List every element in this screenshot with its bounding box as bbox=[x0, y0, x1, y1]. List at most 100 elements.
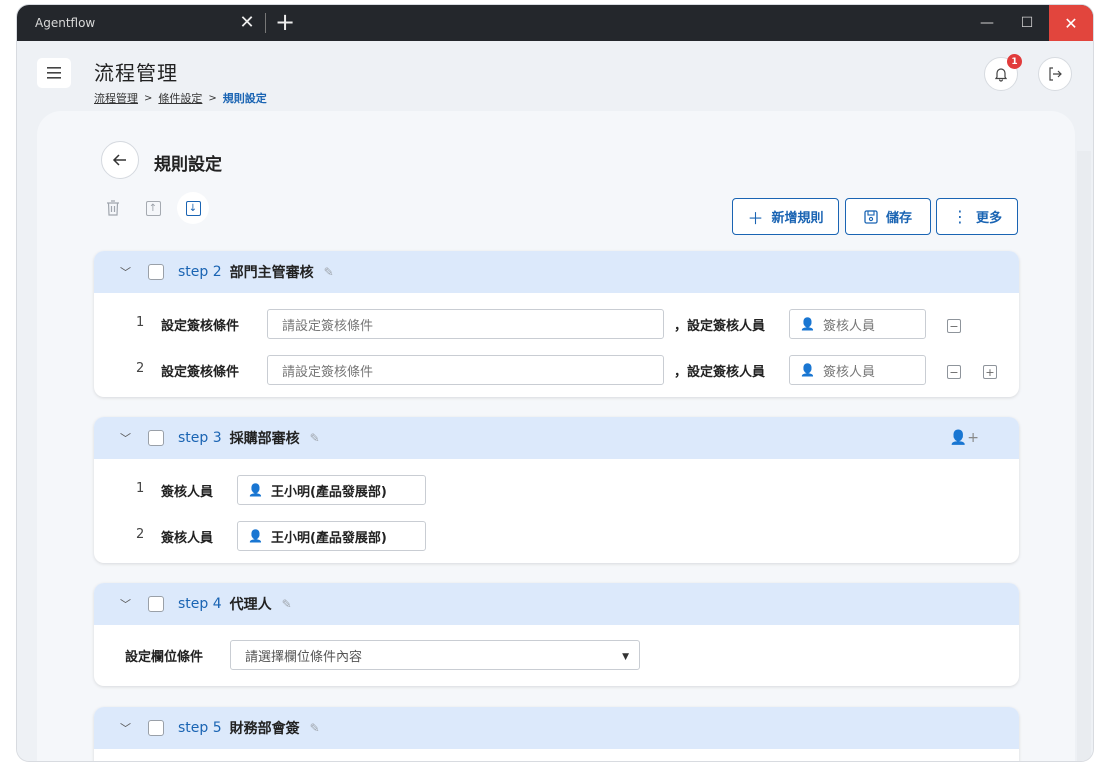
remove-row-button[interactable]: − bbox=[947, 365, 961, 379]
approver-label: 簽核人員 bbox=[161, 531, 214, 546]
page-title: 流程管理 bbox=[94, 61, 178, 85]
edit-icon[interactable]: ✎ bbox=[310, 431, 320, 445]
step-name: 代理人 bbox=[229, 597, 272, 613]
condition-row: 1 設定簽核條件 請設定簽核條件 ，設定簽核人員 👤 簽核人員 − bbox=[94, 301, 1019, 347]
user-icon: 👤 bbox=[248, 483, 263, 497]
approver-placeholder: 簽核人員 bbox=[822, 364, 875, 380]
delete-button[interactable] bbox=[101, 196, 125, 220]
approver-label: ，設定簽核人員 bbox=[674, 365, 766, 380]
approver-row: 1 簽核人員 👤 王小明(產品發展部) bbox=[94, 467, 1019, 513]
user-icon: 👤 bbox=[800, 363, 815, 377]
step-checkbox[interactable] bbox=[148, 264, 164, 280]
user-icon: 👤 bbox=[248, 529, 263, 543]
user-icon: 👤 bbox=[800, 317, 815, 331]
title-bar: Agentflow ✕ + — ☐ ✕ bbox=[17, 5, 1093, 41]
add-user-icon[interactable]: 👤+ bbox=[950, 430, 979, 446]
step-number: step 4 bbox=[178, 596, 222, 612]
close-window-button[interactable]: ✕ bbox=[1049, 5, 1093, 41]
approver-input[interactable]: 👤 簽核人員 bbox=[789, 355, 926, 385]
more-button[interactable]: ⋮ 更多 bbox=[936, 198, 1018, 235]
save-label: 儲存 bbox=[885, 211, 912, 226]
row-index: 1 bbox=[136, 481, 145, 496]
step-checkbox[interactable] bbox=[148, 430, 164, 446]
approver-label: ，設定簽核人員 bbox=[674, 319, 766, 334]
scrollbar[interactable] bbox=[1077, 151, 1091, 761]
new-tab-button[interactable]: + bbox=[273, 9, 297, 35]
step-number: step 5 bbox=[178, 720, 222, 736]
back-button[interactable] bbox=[101, 141, 139, 179]
add-rule-button[interactable]: ＋ 新增規則 bbox=[732, 198, 839, 235]
breadcrumb-item-rule: 規則設定 bbox=[222, 92, 267, 105]
main-panel: 規則設定 ↑ ↓ ＋ 新增規則 儲存 ⋮ 更多 ﹀ step 2 部門主管審核 … bbox=[37, 111, 1075, 761]
chevron-down-icon[interactable]: ﹀ bbox=[120, 430, 138, 446]
condition-label: 設定簽核條件 bbox=[161, 319, 240, 334]
move-down-button[interactable]: ↓ bbox=[177, 192, 209, 224]
plus-icon: ＋ bbox=[747, 208, 764, 228]
step-number: step 2 bbox=[178, 264, 222, 280]
step-checkbox[interactable] bbox=[148, 596, 164, 612]
section-title: 規則設定 bbox=[154, 155, 222, 175]
arrow-down-icon: ↓ bbox=[185, 200, 201, 216]
step-header[interactable]: ﹀ step 5 財務部會簽 ✎ bbox=[94, 707, 1019, 749]
field-condition-placeholder: 請選擇欄位條件內容 bbox=[245, 649, 363, 665]
edit-icon[interactable]: ✎ bbox=[282, 597, 292, 611]
trash-icon bbox=[107, 200, 119, 216]
breadcrumb-item-condition[interactable]: 條件設定 bbox=[158, 90, 202, 106]
caret-down-icon: ▼ bbox=[622, 652, 629, 662]
approver-chip[interactable]: 👤 王小明(產品發展部) bbox=[237, 475, 426, 505]
remove-row-button[interactable]: − bbox=[947, 319, 961, 333]
breadcrumb-item-process[interactable]: 流程管理 bbox=[94, 90, 138, 106]
step-header[interactable]: ﹀ step 2 部門主管審核 ✎ bbox=[94, 251, 1019, 293]
chevron-down-icon[interactable]: ﹀ bbox=[120, 720, 138, 736]
save-icon bbox=[864, 209, 878, 224]
approver-value: 王小明(產品發展部) bbox=[270, 530, 387, 546]
more-vertical-icon: ⋮ bbox=[951, 207, 968, 226]
tab-title: Agentflow bbox=[35, 16, 96, 30]
browser-tab[interactable]: Agentflow bbox=[17, 5, 263, 41]
maximize-button[interactable]: ☐ bbox=[1009, 5, 1045, 41]
row-index: 2 bbox=[136, 361, 145, 376]
breadcrumb-separator: > bbox=[208, 92, 217, 104]
chevron-down-icon[interactable]: ﹀ bbox=[120, 264, 138, 280]
step-name: 採購部審核 bbox=[229, 431, 300, 447]
step-card-5: ﹀ step 5 財務部會簽 ✎ bbox=[94, 707, 1019, 761]
step-checkbox[interactable] bbox=[148, 720, 164, 736]
minimize-button[interactable]: — bbox=[969, 5, 1005, 41]
row-index: 2 bbox=[136, 527, 145, 542]
arrow-up-icon: ↑ bbox=[145, 200, 161, 216]
approver-value: 王小明(產品發展部) bbox=[270, 484, 387, 500]
row-index: 1 bbox=[136, 315, 145, 330]
step-card-2: ﹀ step 2 部門主管審核 ✎ 1 設定簽核條件 請設定簽核條件 ，設定簽核… bbox=[94, 251, 1019, 397]
condition-input[interactable]: 請設定簽核條件 bbox=[267, 309, 664, 339]
approver-placeholder: 簽核人員 bbox=[822, 318, 875, 334]
logout-button[interactable] bbox=[1038, 57, 1072, 91]
field-condition-row: 設定欄位條件 請選擇欄位條件內容 ▼ bbox=[94, 632, 1019, 678]
menu-button[interactable] bbox=[37, 58, 71, 88]
field-condition-select[interactable]: 請選擇欄位條件內容 ▼ bbox=[230, 640, 640, 670]
more-label: 更多 bbox=[975, 211, 1002, 226]
move-up-button[interactable]: ↑ bbox=[141, 196, 165, 220]
approver-input[interactable]: 👤 簽核人員 bbox=[789, 309, 926, 339]
close-tab-icon[interactable]: ✕ bbox=[235, 11, 259, 35]
step-header[interactable]: ﹀ step 4 代理人 ✎ bbox=[94, 583, 1019, 625]
approver-label: 簽核人員 bbox=[161, 485, 214, 500]
add-row-button[interactable]: + bbox=[983, 365, 997, 379]
app-window: Agentflow ✕ + — ☐ ✕ 流程管理 流程管理 > 條件設定 > 規… bbox=[17, 5, 1093, 761]
step-number: step 3 bbox=[178, 430, 222, 446]
condition-input[interactable]: 請設定簽核條件 bbox=[267, 355, 664, 385]
approver-row: 2 簽核人員 👤 王小明(產品發展部) bbox=[94, 513, 1019, 559]
logout-icon bbox=[1049, 67, 1062, 81]
step-name: 部門主管審核 bbox=[229, 265, 314, 281]
add-rule-label: 新增規則 bbox=[771, 211, 824, 226]
condition-row: 2 設定簽核條件 請設定簽核條件 ，設定簽核人員 👤 簽核人員 − + bbox=[94, 347, 1019, 393]
edit-icon[interactable]: ✎ bbox=[310, 721, 320, 735]
edit-icon[interactable]: ✎ bbox=[324, 265, 334, 279]
save-button[interactable]: 儲存 bbox=[845, 198, 931, 235]
approver-chip[interactable]: 👤 王小明(產品發展部) bbox=[237, 521, 426, 551]
step-name: 財務部會簽 bbox=[229, 721, 300, 737]
step-header[interactable]: ﹀ step 3 採購部審核 ✎ 👤+ bbox=[94, 417, 1019, 459]
chevron-down-icon[interactable]: ﹀ bbox=[120, 596, 138, 612]
scroll-area: 規則設定 ↑ ↓ ＋ 新增規則 儲存 ⋮ 更多 ﹀ step 2 部門主管審核 … bbox=[37, 111, 1075, 761]
tab-divider bbox=[265, 13, 266, 33]
condition-label: 設定簽核條件 bbox=[161, 365, 240, 380]
